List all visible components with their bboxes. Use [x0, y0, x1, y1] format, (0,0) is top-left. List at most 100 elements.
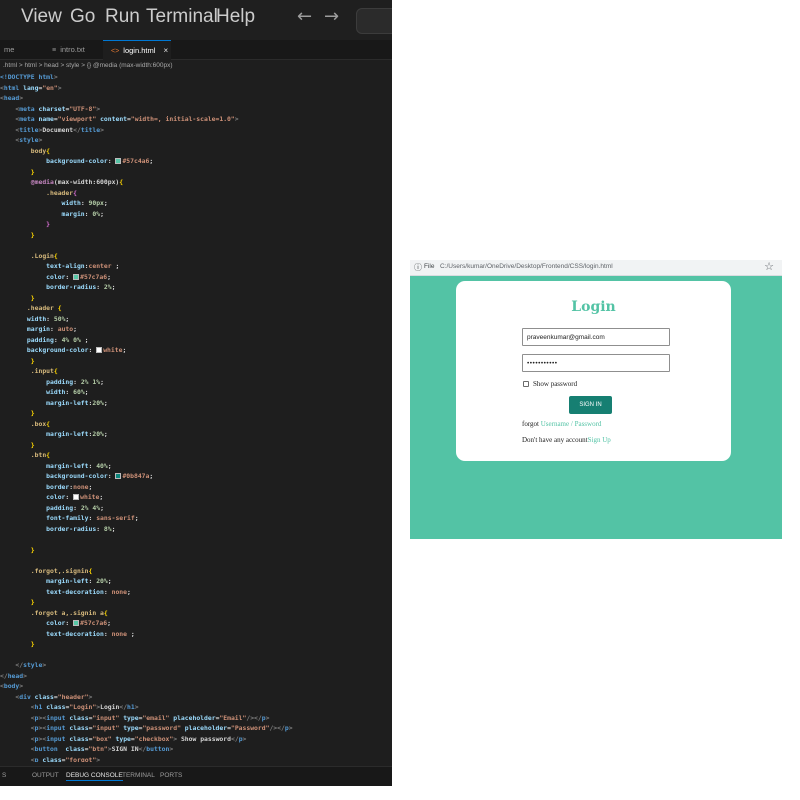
- url-text[interactable]: C:/Users/kumar/OneDrive/Desktop/Frontend…: [440, 263, 613, 270]
- code-line[interactable]: @media(max-width:600px){: [0, 177, 123, 188]
- code-line[interactable]: <html lang="en">: [0, 83, 62, 94]
- code-editor[interactable]: <!DOCTYPE html> <html lang="en"> <head> <m…: [0, 72, 392, 762]
- code-line[interactable]: <p class="forgot">: [0, 755, 100, 763]
- info-icon[interactable]: ⓘ: [414, 262, 424, 273]
- code-line[interactable]: <p><input class="box" type="checkbox"> S…: [0, 734, 247, 745]
- code-line[interactable]: .box{: [0, 419, 50, 430]
- color-swatch-icon[interactable]: [73, 494, 80, 500]
- code-line[interactable]: border:none;: [0, 482, 92, 493]
- code-line[interactable]: </style>: [0, 660, 46, 671]
- back-arrow-icon[interactable]: ←: [297, 6, 312, 27]
- code-line[interactable]: }: [0, 356, 35, 367]
- code-line[interactable]: padding: 2% 1%;: [0, 377, 104, 388]
- code-line[interactable]: background-color: white;: [0, 345, 126, 356]
- code-line[interactable]: <style>: [0, 135, 42, 146]
- code-line[interactable]: <!DOCTYPE html>: [0, 72, 58, 83]
- code-line[interactable]: background-color: #57c4a6;: [0, 156, 153, 167]
- show-password-checkbox[interactable]: [523, 381, 529, 387]
- panel-tab-ports[interactable]: PORTS: [160, 772, 182, 779]
- code-line[interactable]: }: [0, 293, 35, 304]
- menu-run[interactable]: Run: [105, 6, 140, 28]
- menu-go[interactable]: Go: [70, 6, 95, 28]
- code-line[interactable]: }: [0, 219, 50, 230]
- code-line[interactable]: margin: auto;: [0, 324, 77, 335]
- code-line[interactable]: margin-left:20%;: [0, 429, 108, 440]
- password-link[interactable]: Password: [575, 420, 602, 428]
- color-swatch-icon[interactable]: [115, 158, 122, 164]
- username-link[interactable]: Username: [541, 420, 569, 428]
- code-line[interactable]: <title>Document</title>: [0, 125, 104, 136]
- code-line[interactable]: }: [0, 639, 35, 650]
- code-line[interactable]: color: white;: [0, 492, 103, 503]
- bookmark-star-icon[interactable]: ☆: [764, 260, 774, 273]
- email-field[interactable]: [522, 328, 670, 346]
- code-line[interactable]: text-decoration: none;: [0, 587, 131, 598]
- code-line[interactable]: }: [0, 440, 35, 451]
- code-line[interactable]: background-color: #0b847a;: [0, 471, 153, 482]
- code-line[interactable]: .input{: [0, 366, 58, 377]
- code-token: >: [53, 73, 58, 81]
- menu-terminal[interactable]: Terminal: [146, 6, 218, 28]
- command-center-search[interactable]: [356, 8, 392, 34]
- code-line[interactable]: font-family: sans-serif;: [0, 513, 138, 524]
- sign-up-link[interactable]: Sign Up: [588, 436, 611, 444]
- code-line[interactable]: .forgot,.signin{: [0, 566, 93, 577]
- tab-partial[interactable]: me: [0, 40, 36, 60]
- code-token: >: [173, 734, 181, 743]
- code-line[interactable]: body{: [0, 146, 50, 157]
- address-bar[interactable]: ⓘ File C:/Users/kumar/OneDrive/Desktop/F…: [410, 260, 782, 276]
- code-line[interactable]: }: [0, 545, 35, 556]
- code-line[interactable]: margin-left: 40%;: [0, 461, 111, 472]
- code-line[interactable]: .btn{: [0, 450, 50, 461]
- password-field[interactable]: [522, 354, 670, 372]
- panel-tab-partial[interactable]: S: [2, 772, 6, 779]
- code-line[interactable]: width: 50%;: [0, 314, 69, 325]
- code-line[interactable]: text-decoration: none ;: [0, 629, 135, 640]
- breadcrumb[interactable]: .html > html > head > style > {} @media …: [0, 60, 392, 72]
- code-line[interactable]: text-align:center ;: [0, 261, 119, 272]
- code-line[interactable]: .header{: [0, 188, 77, 199]
- color-swatch-icon[interactable]: [115, 473, 122, 479]
- code-line[interactable]: width: 60%;: [0, 387, 88, 398]
- code-line[interactable]: width: 90px;: [0, 198, 108, 209]
- code-line[interactable]: border-radius: 2%;: [0, 282, 115, 293]
- code-line[interactable]: <div class="header">: [0, 692, 92, 703]
- code-line[interactable]: <button class="btn">SIGN IN</button>: [0, 744, 173, 755]
- code-line[interactable]: }: [0, 167, 35, 178]
- code-line[interactable]: <h1 class="Login">Login</h1>: [0, 702, 139, 713]
- code-line[interactable]: padding: 2% 4%;: [0, 503, 104, 514]
- sign-in-button[interactable]: SIGN IN: [569, 396, 612, 414]
- menu-help[interactable]: Help: [216, 6, 255, 28]
- panel-tab-output[interactable]: OUTPUT: [32, 772, 59, 779]
- menu-view[interactable]: View: [21, 6, 62, 28]
- code-line[interactable]: }: [0, 230, 35, 241]
- code-line[interactable]: <head>: [0, 93, 23, 104]
- color-swatch-icon[interactable]: [96, 347, 103, 353]
- code-line[interactable]: </head>: [0, 671, 27, 682]
- code-line[interactable]: }: [0, 408, 35, 419]
- code-line[interactable]: .Login{: [0, 251, 58, 262]
- tab-login-html[interactable]: <> login.html ×: [103, 40, 171, 60]
- code-line[interactable]: <body>: [0, 681, 23, 692]
- code-line[interactable]: <meta name="viewport" content="width=, i…: [0, 114, 238, 125]
- code-line[interactable]: <p><input class="input" type="password" …: [0, 723, 293, 734]
- code-line[interactable]: margin-left: 20%;: [0, 576, 111, 587]
- close-icon[interactable]: ×: [163, 46, 168, 55]
- panel-tab-debug-console[interactable]: DEBUG CONSOLE: [66, 772, 123, 781]
- code-line[interactable]: color: #57c7a6;: [0, 618, 111, 629]
- panel-tab-terminal[interactable]: TERMINAL: [122, 772, 155, 779]
- color-swatch-icon[interactable]: [73, 620, 80, 626]
- code-line[interactable]: border-radius: 8%;: [0, 524, 115, 535]
- code-line[interactable]: <meta charset="UTF-8">: [0, 104, 100, 115]
- code-line[interactable]: color: #57c7a6;: [0, 272, 111, 283]
- code-line[interactable]: margin: 0%;: [0, 209, 104, 220]
- code-line[interactable]: .header {: [0, 303, 62, 314]
- code-line[interactable]: <p><input class="input" type="email" pla…: [0, 713, 270, 724]
- color-swatch-icon[interactable]: [73, 273, 80, 280]
- forward-arrow-icon[interactable]: →: [324, 6, 339, 27]
- code-line[interactable]: margin-left:20%;: [0, 398, 108, 409]
- code-line[interactable]: .forgot a,.signin a{: [0, 608, 108, 619]
- code-line[interactable]: }: [0, 597, 35, 608]
- code-line[interactable]: padding: 4% 0% ;: [0, 335, 89, 346]
- tab-intro-txt[interactable]: ≡ intro.txt: [46, 40, 102, 60]
